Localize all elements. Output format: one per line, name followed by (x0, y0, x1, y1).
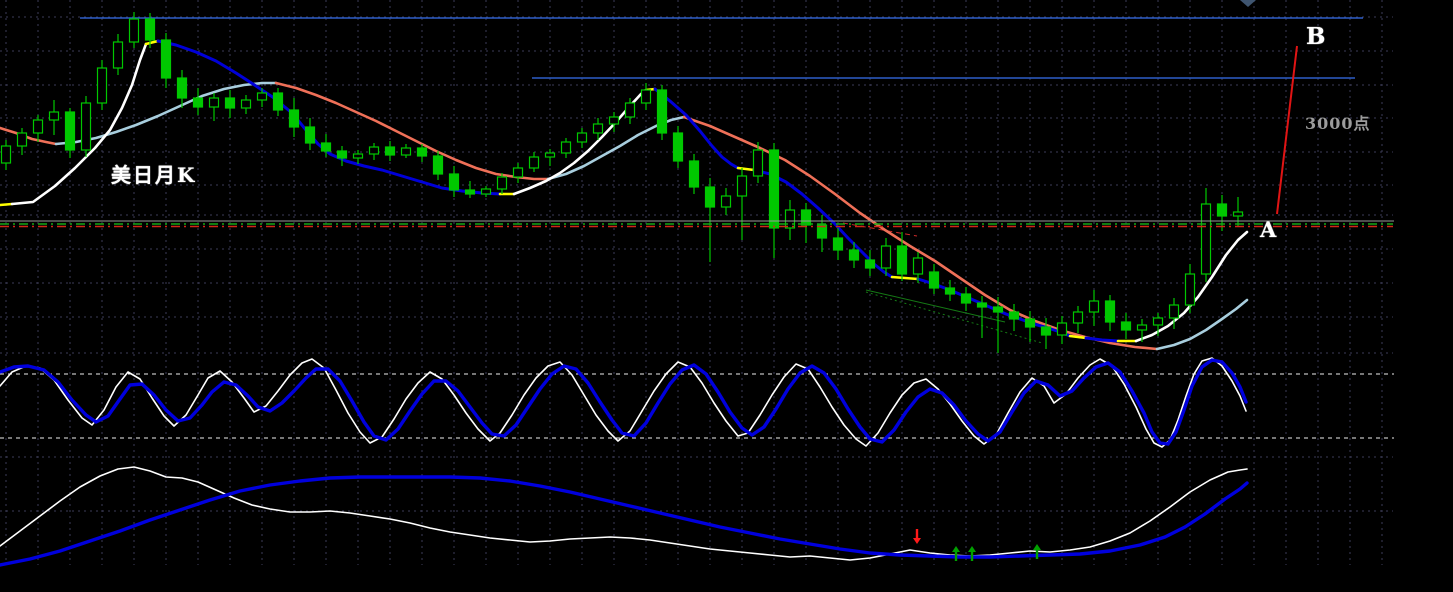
chart-background (0, 0, 1453, 592)
chart-title: 美日月K (111, 163, 197, 187)
chart-canvas[interactable] (0, 0, 1453, 592)
points-annotation: 3000点 (1305, 114, 1371, 133)
label-b: B (1306, 23, 1326, 50)
trading-chart-window[interactable]: 美日月K 3000点 A B (0, 0, 1453, 592)
label-a: A (1260, 217, 1277, 242)
